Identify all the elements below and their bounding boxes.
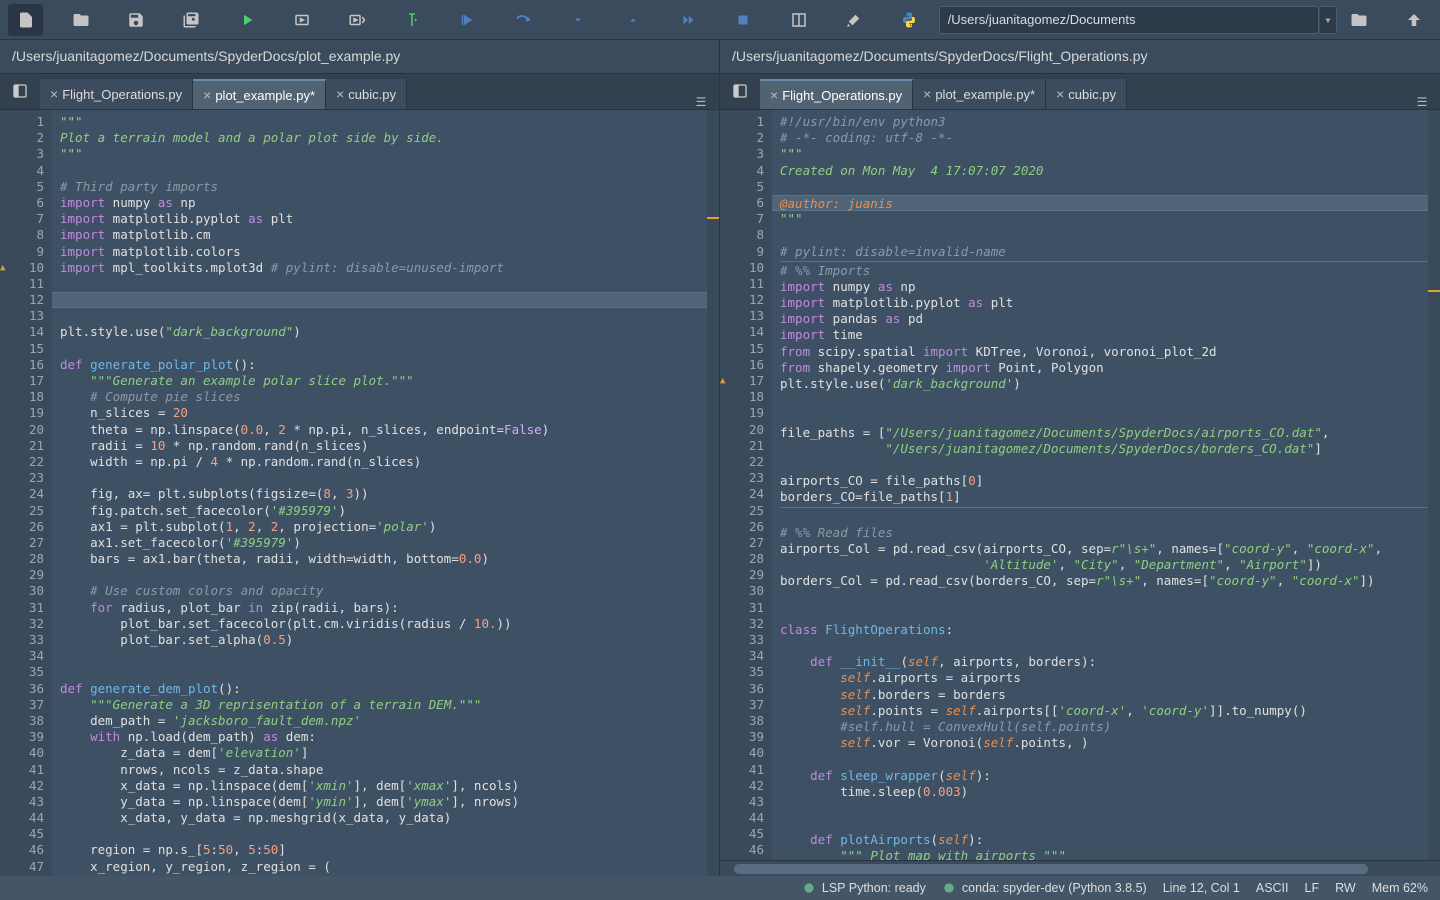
editor-tab[interactable]: × cubic.py [326,79,407,109]
run-cell-button[interactable] [284,4,319,36]
editor-tab[interactable]: × Flight_Operations.py [40,79,193,109]
right-pane-path: /Users/juanitagomez/Documents/SpyderDocs… [720,40,1440,74]
editor-tab[interactable]: × plot_example.py* [913,79,1046,109]
run-selection-button[interactable] [394,4,429,36]
status-bar: LSP Python: ready conda: spyder-dev (Pyt… [0,876,1440,900]
close-icon[interactable]: × [923,86,931,102]
parent-dir-button[interactable] [1397,4,1432,36]
editor-tab[interactable]: × plot_example.py* [193,79,326,109]
file-browser-toggle-right[interactable] [720,73,760,109]
close-icon[interactable]: × [1056,86,1064,102]
open-file-button[interactable] [63,4,98,36]
left-pane: /Users/juanitagomez/Documents/SpyderDocs… [0,40,720,876]
tab-label: cubic.py [1068,87,1116,102]
debug-step-button[interactable] [505,4,540,36]
right-tab-options[interactable]: ☰ [1404,95,1440,109]
left-tabs: × Flight_Operations.py × plot_example.py* × c… [40,79,683,109]
left-tab-options[interactable]: ☰ [683,95,719,109]
editor-tab[interactable]: × Flight_Operations.py [760,79,913,109]
main-toolbar: ▾ [0,0,1440,40]
new-file-button[interactable] [8,4,43,36]
right-editor[interactable]: 1234567891011121314151617181920212223242… [720,110,1440,860]
tab-label: plot_example.py* [215,88,315,103]
close-icon[interactable]: × [50,86,58,102]
save-all-button[interactable] [174,4,209,36]
debug-continue-button[interactable] [670,4,705,36]
editor-panes: /Users/juanitagomez/Documents/SpyderDocs… [0,40,1440,876]
debug-button[interactable] [450,4,485,36]
python-path-button[interactable] [891,4,926,36]
right-tabs: × Flight_Operations.py × plot_example.py* × c… [760,79,1404,109]
tab-label: Flight_Operations.py [782,88,902,103]
tab-label: Flight_Operations.py [62,87,182,102]
status-mem[interactable]: Mem 62% [1372,881,1428,895]
working-dir-dropdown[interactable]: ▾ [1320,6,1338,34]
close-icon[interactable]: × [336,86,344,102]
debug-step-in-button[interactable] [560,4,595,36]
maximize-pane-button[interactable] [781,4,816,36]
status-rw[interactable]: RW [1335,881,1356,895]
working-dir-input[interactable] [939,6,1319,34]
tab-label: plot_example.py* [935,87,1035,102]
left-editor[interactable]: 1234567891011121314151617181920212223242… [0,110,719,876]
tab-label: cubic.py [348,87,396,102]
run-cell-advance-button[interactable] [339,4,374,36]
editor-tab[interactable]: × cubic.py [1046,79,1127,109]
debug-stop-button[interactable] [726,4,761,36]
file-browser-toggle[interactable] [0,73,40,109]
status-cursor-pos[interactable]: Line 12, Col 1 [1163,881,1240,895]
right-pane: /Users/juanitagomez/Documents/SpyderDocs… [720,40,1440,876]
save-button[interactable] [118,4,153,36]
left-pane-path: /Users/juanitagomez/Documents/SpyderDocs… [0,40,719,74]
run-button[interactable] [229,4,264,36]
status-encoding[interactable]: ASCII [1256,881,1289,895]
close-icon[interactable]: × [770,87,778,103]
status-env[interactable]: conda: spyder-dev (Python 3.8.5) [942,881,1147,895]
right-scrollbar[interactable] [720,860,1440,876]
status-lsp[interactable]: LSP Python: ready [802,881,926,895]
status-eol[interactable]: LF [1305,881,1320,895]
close-icon[interactable]: × [203,87,211,103]
browse-dir-button[interactable] [1341,4,1376,36]
preferences-button[interactable] [836,4,871,36]
debug-step-out-button[interactable] [615,4,650,36]
